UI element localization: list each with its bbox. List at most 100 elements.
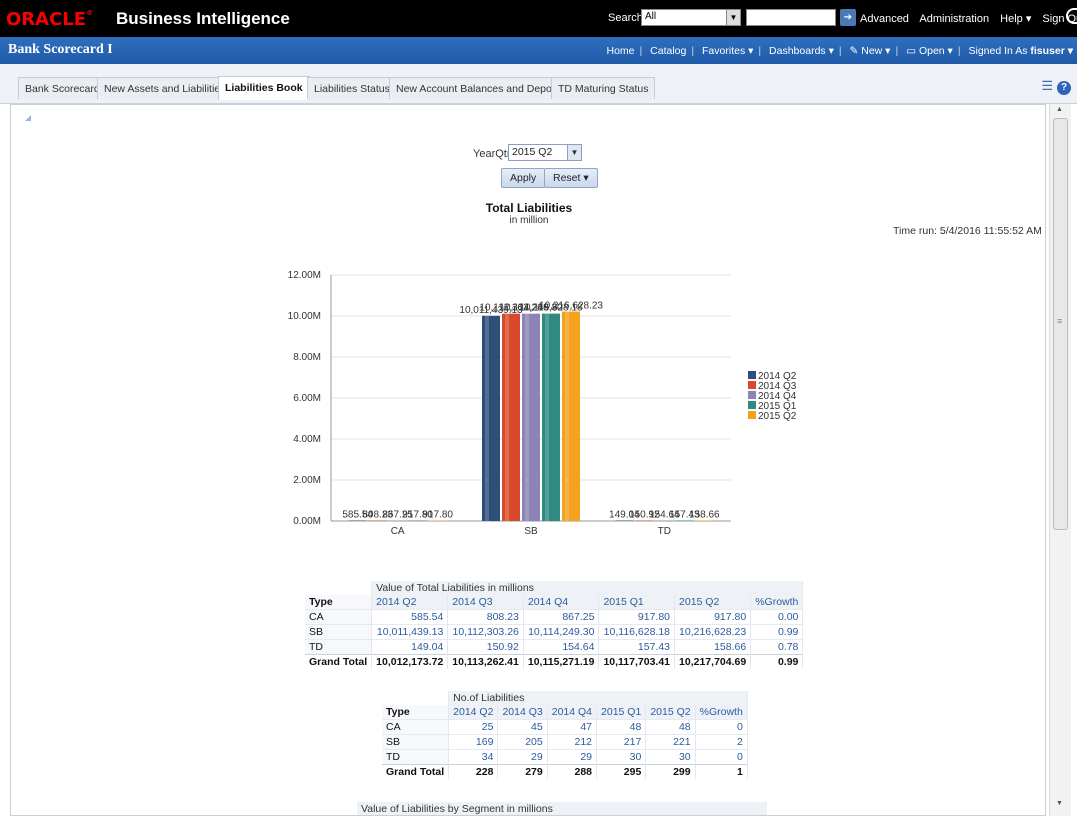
user-menu[interactable]: fisuser ▾ (1030, 45, 1073, 57)
table-cell: 10,114,249.30 (523, 624, 600, 640)
time-run: Time run: 5/4/2016 11:55:52 AM (893, 225, 1042, 237)
folder-icon: ▭ (906, 45, 917, 57)
open-menu[interactable]: Open ▾ (919, 45, 953, 57)
tab-liabilities-book[interactable]: Liabilities Book (218, 76, 310, 100)
page-options-icon[interactable]: ☰ (1041, 78, 1053, 93)
chart-subtitle: in million (509, 215, 549, 226)
advanced-link[interactable]: Advanced (860, 13, 909, 25)
dashboard-title: Bank Scorecard I (8, 42, 113, 57)
reset-button[interactable]: Reset ▾ (544, 168, 598, 188)
table-corner (305, 581, 373, 595)
help-menu[interactable]: Help ▾ (1000, 13, 1031, 25)
table-cell: 228 (448, 764, 499, 779)
help-icon[interactable]: ? (1057, 81, 1071, 95)
table-cell: 158.66 (674, 639, 752, 655)
table-cell: 10,217,704.69 (674, 654, 752, 669)
apply-button[interactable]: Apply (501, 168, 546, 188)
bar-ca-2015-q2 (428, 520, 447, 521)
column-header: Type (382, 705, 450, 720)
bar-td-2015-q2 (695, 520, 714, 521)
bar-highlight (565, 311, 569, 521)
legend-entry: 2015 Q2 (758, 411, 797, 422)
liabilities-by-segment-table-title: Value of Liabilities by Segment in milli… (357, 802, 767, 815)
tab-td-maturing-status[interactable]: TD Maturing Status (551, 77, 656, 99)
search-scope-select[interactable]: All ▼ (641, 9, 741, 26)
home-link[interactable]: Home (606, 45, 634, 57)
chart-title: Total Liabilities (485, 201, 573, 215)
collapse-section-icon[interactable] (25, 115, 31, 121)
chevron-down-icon: ▼ (567, 145, 581, 160)
table-title: No.of Liabilities (448, 691, 748, 705)
scroll-down-icon[interactable]: ▼ (1056, 800, 1063, 807)
y-tick-label: 2.00M (293, 475, 321, 486)
tab-bank-scorecard[interactable]: Bank Scorecard (18, 77, 107, 99)
table-cell: 30 (596, 749, 647, 765)
x-tick-label: CA (391, 526, 405, 537)
bar-ca-2014-q3 (368, 520, 387, 521)
table-row: CA 25 45 47 48 48 0 (382, 719, 748, 735)
table-cell: 0 (695, 719, 748, 735)
grand-total-row: Grand Total 10,012,173.72 10,113,262.41 10,… (305, 654, 804, 669)
bar-td-2014-q3 (635, 520, 654, 521)
y-tick-label: 4.00M (293, 434, 321, 445)
table-cell: 867.25 (523, 609, 600, 625)
table-cell: 1 (695, 764, 748, 779)
yearqtr-label: YearQtr (473, 148, 511, 160)
yearqtr-select[interactable]: 2015 Q2 ▼ (508, 144, 582, 161)
table-cell: 10,116,628.18 (598, 624, 676, 640)
dashboard-tabs: Bank Scorecard New Assets and Liabilitie… (0, 64, 1077, 104)
bar-sb-2014-q2 (482, 315, 500, 521)
row-label: SB (382, 734, 450, 750)
scroll-up-icon[interactable]: ▲ (1056, 106, 1063, 113)
table-cell: 157.43 (598, 639, 676, 655)
column-header: 2014 Q4 (523, 595, 600, 610)
table-cell: 217 (596, 734, 647, 750)
table-cell: 10,115,271.19 (523, 654, 600, 669)
bar-sb-2014-q3 (502, 313, 520, 521)
dashboards-menu[interactable]: Dashboards ▾ (769, 45, 834, 57)
bar-sb-2015-q2 (562, 311, 580, 521)
column-header: Type (305, 595, 373, 610)
table-cell: 585.54 (371, 609, 449, 625)
total-liabilities-table: Value of Total Liabilities in millions Ty… (305, 581, 804, 669)
new-menu[interactable]: New ▾ (861, 45, 890, 57)
table-cell: 30 (645, 749, 696, 765)
table-cell: 150.92 (447, 639, 524, 655)
column-header: 2014 Q2 (448, 705, 499, 720)
x-tick-label: TD (658, 526, 671, 537)
scroll-grip-icon: ≡ (1057, 316, 1063, 326)
search-label: Search (608, 12, 643, 24)
y-tick-label: 8.00M (293, 352, 321, 363)
table-cell: 25 (448, 719, 499, 735)
search-input[interactable] (746, 9, 836, 26)
favorites-menu[interactable]: Favorites ▾ (702, 45, 753, 57)
table-title: Value of Total Liabilities in millions (371, 581, 804, 595)
table-cell: 10,216,628.23 (674, 624, 752, 640)
table-cell: 149.04 (371, 639, 449, 655)
table-cell: 2 (695, 734, 748, 750)
bar-highlight (525, 313, 529, 521)
column-header: 2015 Q1 (596, 705, 647, 720)
new-icon: ✎ (849, 45, 859, 57)
catalog-link[interactable]: Catalog (650, 45, 686, 57)
search-go-icon[interactable]: ➔ (840, 9, 856, 26)
table-cell: 48 (645, 719, 696, 735)
vertical-scrollbar[interactable]: ▲ ≡ ▼ (1049, 104, 1071, 816)
row-label: Grand Total (305, 654, 373, 669)
column-header: 2014 Q3 (447, 595, 524, 610)
tab-new-assets-and-liabilities[interactable]: New Assets and Liabilities (97, 77, 233, 99)
tab-liabilities-status[interactable]: Liabilities Status (307, 77, 397, 99)
chevron-down-icon: ▼ (726, 10, 740, 25)
column-header: %Growth (695, 705, 748, 720)
administration-link[interactable]: Administration (919, 13, 989, 25)
data-label: 917.80 (422, 510, 453, 521)
table-cell: 10,112,303.26 (447, 624, 524, 640)
legend-swatch (748, 401, 756, 409)
table-cell: 47 (547, 719, 598, 735)
table-cell: 212 (547, 734, 598, 750)
column-header: 2015 Q2 (645, 705, 696, 720)
oracle-logo: ORACLE® (6, 9, 94, 30)
column-header: 2015 Q2 (674, 595, 752, 610)
tab-new-account-balances[interactable]: New Account Balances and Deposits (389, 77, 575, 99)
row-label: CA (382, 719, 450, 735)
